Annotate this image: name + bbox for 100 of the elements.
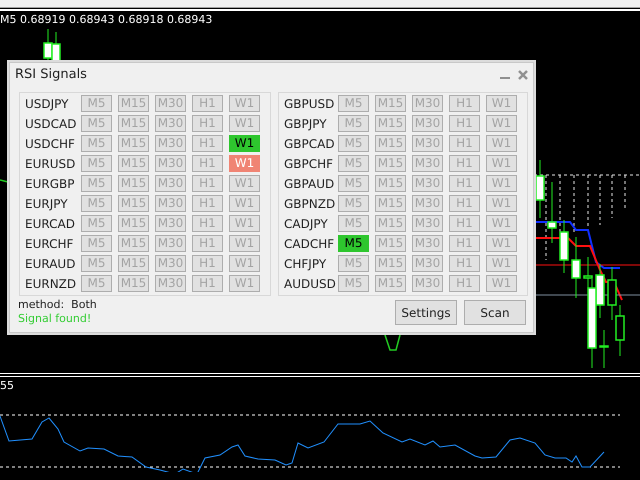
timeframe-button[interactable]: W1 bbox=[229, 135, 260, 152]
timeframe-button[interactable]: M30 bbox=[412, 215, 443, 232]
timeframe-button[interactable]: M5 bbox=[81, 175, 112, 192]
timeframe-button[interactable]: M15 bbox=[375, 175, 406, 192]
timeframe-button[interactable]: M5 bbox=[338, 255, 369, 272]
timeframe-button[interactable]: W1 bbox=[486, 195, 517, 212]
timeframe-button[interactable]: M15 bbox=[118, 255, 149, 272]
timeframe-button[interactable]: M15 bbox=[118, 115, 149, 132]
timeframe-button[interactable]: H1 bbox=[449, 255, 480, 272]
timeframe-button[interactable]: W1 bbox=[229, 95, 260, 112]
dialog-button[interactable]: Settings bbox=[395, 300, 457, 325]
timeframe-button[interactable]: W1 bbox=[486, 275, 517, 292]
timeframe-button[interactable]: M15 bbox=[375, 275, 406, 292]
timeframe-button[interactable]: H1 bbox=[192, 255, 223, 272]
timeframe-button[interactable]: W1 bbox=[229, 175, 260, 192]
timeframe-button[interactable]: M5 bbox=[81, 195, 112, 212]
timeframe-button[interactable]: M30 bbox=[155, 195, 186, 212]
timeframe-button[interactable]: M30 bbox=[412, 175, 443, 192]
timeframe-button[interactable]: W1 bbox=[229, 275, 260, 292]
timeframe-button[interactable]: M30 bbox=[412, 155, 443, 172]
timeframe-button[interactable]: M15 bbox=[375, 195, 406, 212]
timeframe-button[interactable]: M5 bbox=[81, 215, 112, 232]
timeframe-button[interactable]: H1 bbox=[449, 175, 480, 192]
timeframe-button[interactable]: M30 bbox=[155, 95, 186, 112]
timeframe-button[interactable]: W1 bbox=[486, 155, 517, 172]
timeframe-button[interactable]: M30 bbox=[155, 275, 186, 292]
timeframe-button[interactable]: W1 bbox=[486, 135, 517, 152]
timeframe-button[interactable]: M15 bbox=[118, 135, 149, 152]
timeframe-button[interactable]: M30 bbox=[155, 135, 186, 152]
timeframe-button[interactable]: M30 bbox=[155, 175, 186, 192]
timeframe-button[interactable]: H1 bbox=[192, 235, 223, 252]
timeframe-button[interactable]: M5 bbox=[338, 235, 369, 252]
timeframe-button[interactable]: M15 bbox=[375, 135, 406, 152]
timeframe-button[interactable]: M15 bbox=[118, 235, 149, 252]
timeframe-button[interactable]: M5 bbox=[338, 275, 369, 292]
timeframe-button[interactable]: H1 bbox=[449, 235, 480, 252]
timeframe-button[interactable]: M30 bbox=[412, 135, 443, 152]
timeframe-button[interactable]: M15 bbox=[118, 275, 149, 292]
timeframe-button[interactable]: M5 bbox=[81, 95, 112, 112]
timeframe-button[interactable]: H1 bbox=[192, 155, 223, 172]
timeframe-button[interactable]: M30 bbox=[412, 235, 443, 252]
timeframe-button[interactable]: H1 bbox=[449, 95, 480, 112]
timeframe-button[interactable]: W1 bbox=[486, 255, 517, 272]
timeframe-button[interactable]: M5 bbox=[81, 275, 112, 292]
timeframe-button[interactable]: M30 bbox=[155, 155, 186, 172]
timeframe-button[interactable]: M15 bbox=[118, 95, 149, 112]
timeframe-button[interactable]: M30 bbox=[412, 95, 443, 112]
timeframe-button[interactable]: M15 bbox=[375, 255, 406, 272]
timeframe-button[interactable]: M30 bbox=[155, 215, 186, 232]
timeframe-button[interactable]: W1 bbox=[229, 155, 260, 172]
timeframe-button[interactable]: M30 bbox=[155, 115, 186, 132]
timeframe-button[interactable]: W1 bbox=[229, 235, 260, 252]
timeframe-button[interactable]: H1 bbox=[449, 275, 480, 292]
timeframe-button[interactable]: M30 bbox=[412, 195, 443, 212]
timeframe-button[interactable]: M5 bbox=[338, 215, 369, 232]
timeframe-button[interactable]: H1 bbox=[192, 175, 223, 192]
timeframe-button[interactable]: M15 bbox=[375, 95, 406, 112]
timeframe-button[interactable]: W1 bbox=[486, 235, 517, 252]
timeframe-button[interactable]: M5 bbox=[338, 95, 369, 112]
timeframe-button[interactable]: M30 bbox=[155, 235, 186, 252]
close-icon[interactable] bbox=[518, 70, 528, 80]
timeframe-button[interactable]: M15 bbox=[118, 215, 149, 232]
timeframe-button[interactable]: M30 bbox=[412, 275, 443, 292]
timeframe-button[interactable]: M30 bbox=[412, 115, 443, 132]
timeframe-button[interactable]: M5 bbox=[338, 115, 369, 132]
timeframe-button[interactable]: M15 bbox=[375, 155, 406, 172]
timeframe-button[interactable]: M5 bbox=[81, 155, 112, 172]
timeframe-button[interactable]: W1 bbox=[486, 215, 517, 232]
timeframe-button[interactable]: H1 bbox=[192, 115, 223, 132]
timeframe-button[interactable]: M5 bbox=[81, 115, 112, 132]
timeframe-button[interactable]: M15 bbox=[375, 215, 406, 232]
timeframe-button[interactable]: M15 bbox=[375, 235, 406, 252]
timeframe-button[interactable]: W1 bbox=[229, 195, 260, 212]
timeframe-button[interactable]: M5 bbox=[81, 135, 112, 152]
timeframe-button[interactable]: M5 bbox=[338, 135, 369, 152]
timeframe-button[interactable]: W1 bbox=[486, 175, 517, 192]
timeframe-button[interactable]: H1 bbox=[449, 215, 480, 232]
timeframe-button[interactable]: H1 bbox=[192, 275, 223, 292]
timeframe-button[interactable]: M15 bbox=[375, 115, 406, 132]
dialog-button[interactable]: Scan bbox=[464, 300, 526, 325]
timeframe-button[interactable]: M30 bbox=[412, 255, 443, 272]
timeframe-button[interactable]: W1 bbox=[229, 215, 260, 232]
timeframe-button[interactable]: M5 bbox=[338, 195, 369, 212]
timeframe-button[interactable]: M30 bbox=[155, 255, 186, 272]
timeframe-button[interactable]: M5 bbox=[81, 255, 112, 272]
timeframe-button[interactable]: M15 bbox=[118, 155, 149, 172]
timeframe-button[interactable]: H1 bbox=[449, 135, 480, 152]
timeframe-button[interactable]: H1 bbox=[192, 135, 223, 152]
timeframe-button[interactable]: H1 bbox=[192, 215, 223, 232]
timeframe-button[interactable]: H1 bbox=[192, 195, 223, 212]
timeframe-button[interactable]: M5 bbox=[338, 175, 369, 192]
timeframe-button[interactable]: M5 bbox=[338, 155, 369, 172]
timeframe-button[interactable]: W1 bbox=[486, 115, 517, 132]
timeframe-button[interactable]: H1 bbox=[192, 95, 223, 112]
timeframe-button[interactable]: W1 bbox=[229, 115, 260, 132]
timeframe-button[interactable]: M15 bbox=[118, 175, 149, 192]
timeframe-button[interactable]: H1 bbox=[449, 195, 480, 212]
timeframe-button[interactable]: M15 bbox=[118, 195, 149, 212]
timeframe-button[interactable]: H1 bbox=[449, 115, 480, 132]
timeframe-button[interactable]: W1 bbox=[486, 95, 517, 112]
